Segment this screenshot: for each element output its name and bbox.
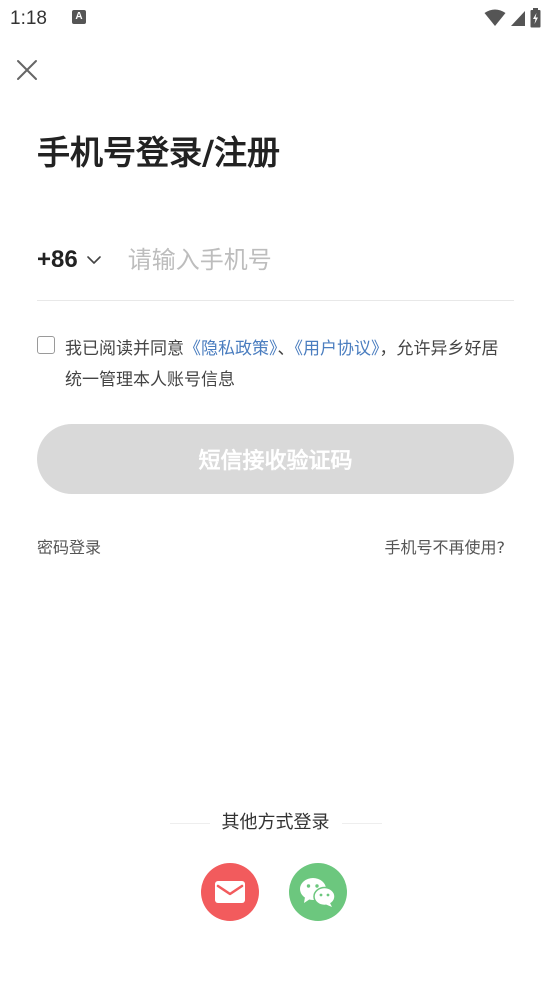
wechat-icon — [300, 878, 336, 907]
email-icon — [215, 881, 245, 903]
phone-number-input[interactable] — [127, 240, 514, 280]
divider-left — [169, 822, 210, 824]
agreement-checkbox[interactable] — [37, 336, 55, 354]
agreement-prefix: 我已阅读并同意 — [65, 339, 184, 359]
chevron-down-icon — [86, 256, 101, 264]
agreement-separator: 、 — [277, 339, 295, 359]
input-divider — [37, 300, 514, 301]
user-agreement-link[interactable]: 《用户协议》 — [295, 339, 380, 359]
email-login-button[interactable] — [201, 863, 259, 921]
notification-a-icon: A — [72, 10, 86, 24]
close-button[interactable] — [12, 55, 42, 85]
privacy-policy-link[interactable]: 《隐私政策》 — [184, 339, 278, 359]
sms-code-button[interactable]: 短信接收验证码 — [37, 424, 514, 494]
battery-icon — [530, 8, 541, 28]
page-title: 手机号登录/注册 — [37, 133, 281, 172]
other-login-label: 其他方式登录 — [221, 812, 330, 833]
phone-input-row: +86 — [37, 236, 514, 284]
phone-unused-link[interactable]: 手机号不再使用? — [385, 537, 506, 559]
country-code-selector[interactable]: +86 — [37, 236, 102, 284]
other-login-methods: 其他方式登录 — [0, 810, 551, 836]
status-time: 1:18 — [10, 8, 47, 29]
wifi-icon — [484, 9, 506, 26]
country-code-label: +86 — [37, 246, 78, 273]
password-login-link[interactable]: 密码登录 — [37, 537, 101, 559]
signal-icon — [511, 11, 525, 26]
close-icon — [17, 60, 37, 80]
status-bar: 1:18 A — [0, 0, 551, 38]
agreement-text: 我已阅读并同意《隐私政策》、《用户协议》，允许异乡好居统一管理本人账号信息 — [65, 334, 515, 396]
wechat-login-button[interactable] — [289, 863, 347, 921]
divider-right — [341, 822, 382, 824]
status-icons — [484, 8, 541, 28]
